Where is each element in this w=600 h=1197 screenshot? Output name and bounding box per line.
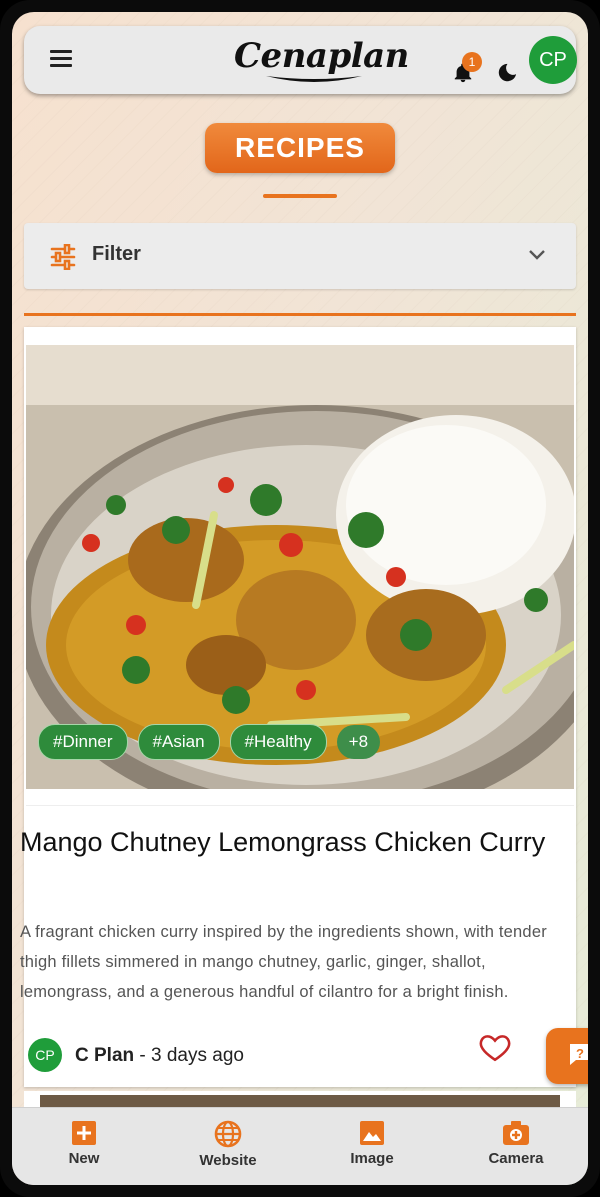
tag-healthy[interactable]: #Healthy: [229, 724, 327, 760]
nav-image-label: Image: [350, 1150, 394, 1167]
logo-swoosh: [266, 76, 362, 82]
filter-icon: [50, 244, 76, 270]
nav-new[interactable]: New: [34, 1120, 134, 1167]
tag-dinner[interactable]: #Dinner: [38, 724, 128, 760]
add-icon: [72, 1121, 96, 1145]
recipe-card[interactable]: #Dinner #Asian #Healthy +8 Mango Chutney Le…: [20, 327, 576, 1087]
recipe-image[interactable]: [26, 345, 574, 789]
chevron-down-icon[interactable]: [528, 248, 546, 262]
page-title: RECIPES: [205, 123, 395, 173]
user-avatar[interactable]: CP: [529, 36, 577, 84]
recipe-description: A fragrant chicken curry inspired by the…: [20, 923, 547, 1001]
app-screen: Cenaplan 1 CP RECIPES Filter #Dinner #As…: [12, 12, 588, 1185]
svg-text:?: ?: [576, 1046, 584, 1061]
camera-icon: [503, 1121, 529, 1145]
logo-text: Cenaplan: [234, 36, 409, 76]
filter-panel[interactable]: Filter: [24, 223, 576, 289]
more-tags-chip[interactable]: +8: [336, 725, 381, 759]
curry-dish-illustration: [26, 345, 574, 789]
section-divider: [24, 313, 576, 316]
card-separator: [26, 805, 574, 806]
notification-badge: 1: [462, 52, 482, 72]
recipe-title[interactable]: Mango Chutney Lemongrass Chicken Curry: [20, 822, 572, 862]
nav-camera-label: Camera: [488, 1150, 544, 1167]
menu-icon[interactable]: [50, 50, 72, 68]
nav-website-label: Website: [199, 1152, 257, 1169]
bottom-navigation: New Website Image Camera: [12, 1107, 588, 1185]
nav-camera[interactable]: Camera: [466, 1120, 566, 1167]
device-frame: Cenaplan 1 CP RECIPES Filter #Dinner #As…: [0, 0, 600, 1197]
filter-label: Filter: [92, 243, 141, 265]
nav-image[interactable]: Image: [322, 1120, 422, 1167]
author-line: C Plan - 3 days ago: [75, 1045, 244, 1067]
app-logo[interactable]: Cenaplan: [234, 34, 409, 86]
post-time: - 3 days ago: [134, 1045, 244, 1066]
moon-icon[interactable]: [496, 62, 518, 84]
recipe-tags: #Dinner #Asian #Healthy +8: [38, 724, 390, 760]
image-icon: [360, 1121, 384, 1145]
heart-icon[interactable]: [478, 1030, 512, 1064]
top-app-bar: Cenaplan 1 CP: [24, 26, 577, 94]
nav-new-label: New: [68, 1150, 100, 1167]
globe-icon: [214, 1120, 242, 1148]
help-icon: ?: [570, 1044, 588, 1065]
author-name[interactable]: C Plan: [75, 1045, 134, 1066]
title-underline: [263, 194, 337, 198]
help-button[interactable]: ?: [546, 1028, 588, 1084]
author-avatar[interactable]: CP: [28, 1038, 62, 1072]
tag-asian[interactable]: #Asian: [137, 724, 220, 760]
nav-website[interactable]: Website: [178, 1120, 278, 1169]
